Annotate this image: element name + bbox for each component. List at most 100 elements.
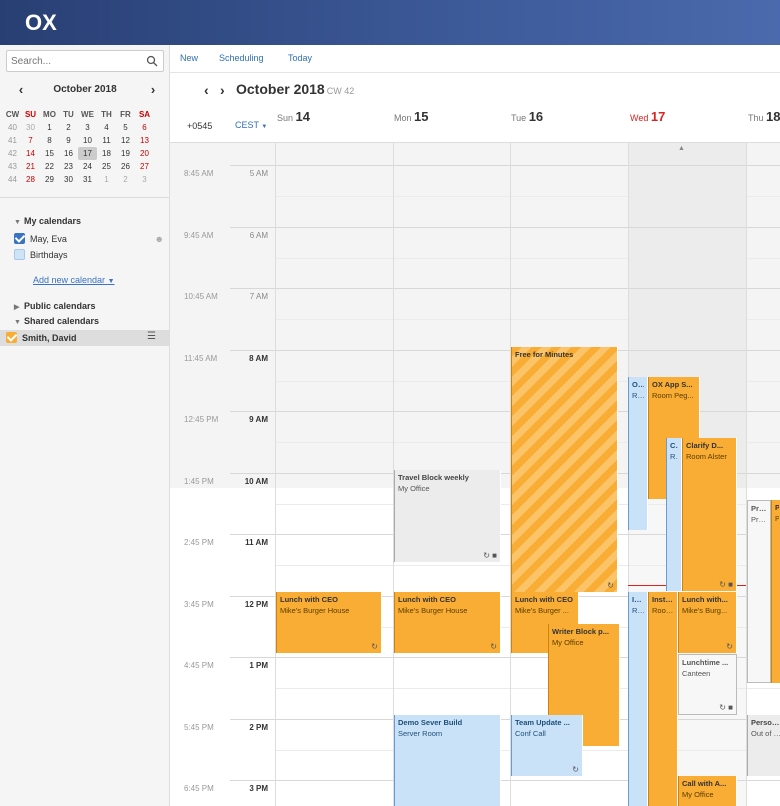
event-mon-demo[interactable]: Demo Sever Build Server Room <box>394 715 501 806</box>
mini-calendar-day[interactable]: 30 <box>59 173 78 186</box>
mini-calendar-day[interactable]: 20 <box>135 147 154 160</box>
event-thu-p2[interactable]: P...P... <box>771 500 780 683</box>
day-header-thu[interactable]: Thu 18 <box>748 109 780 124</box>
mini-calendar-day[interactable]: 5 <box>116 121 135 134</box>
mini-calendar-day[interactable]: 1 <box>97 173 116 186</box>
mini-calendar-grid: CW SU MO TU WE TH FR SA 40 30 1 2 3 4 5 6 41 7 8 9 10 11 12 13 4… <box>4 108 154 186</box>
public-calendars-header[interactable]: ▶ Public calendars <box>14 301 96 311</box>
checkbox-checked[interactable] <box>6 332 17 343</box>
week-number[interactable]: 40 <box>4 121 21 134</box>
hour-line <box>230 350 780 351</box>
half-hour-line <box>275 319 780 320</box>
week-number[interactable]: 43 <box>4 160 21 173</box>
mini-calendar-day[interactable]: 2 <box>59 121 78 134</box>
secondary-time-label: 5:45 PM <box>184 723 214 732</box>
mini-calendar-day[interactable]: 6 <box>135 121 154 134</box>
day-header-tue[interactable]: Tue 16 <box>511 109 543 124</box>
mini-calendar-day[interactable]: 1 <box>40 121 59 134</box>
chevron-left-icon[interactable]: ‹ <box>204 82 209 98</box>
timezone-dropdown[interactable]: CEST ▼ <box>235 120 267 130</box>
day-header-sun[interactable]: Sun 14 <box>277 109 310 124</box>
week-number[interactable]: 42 <box>4 147 21 160</box>
calendar-item-smith-david[interactable]: Smith, David ☰ <box>0 330 170 346</box>
weekday-label: CW <box>5 110 20 119</box>
mini-calendar-day[interactable]: 11 <box>97 134 116 147</box>
mini-calendar-day[interactable]: 18 <box>97 147 116 160</box>
add-new-calendar-link[interactable]: Add new calendar ▼ <box>33 275 115 285</box>
mini-calendar-day[interactable]: 3 <box>78 121 97 134</box>
new-button[interactable]: New <box>180 53 198 63</box>
mini-calendar-day[interactable]: 21 <box>21 160 40 173</box>
mini-calendar-day[interactable]: 3 <box>135 173 154 186</box>
mini-calendar-day[interactable]: 29 <box>40 173 59 186</box>
event-tue-team[interactable]: Team Update ... Conf Call ↻ <box>511 715 583 776</box>
chevron-right-icon[interactable]: › <box>146 83 160 97</box>
calendar-item-may-eva[interactable]: May, Eva ☻ <box>14 233 164 244</box>
caret-down-icon: ▼ <box>107 278 115 285</box>
weekday-label: MO <box>43 110 56 119</box>
mini-calendar-title[interactable]: October 2018 <box>0 84 170 95</box>
scroll-up-icon[interactable]: ▲ <box>678 145 685 152</box>
event-wed-ox[interactable]: OX ...Roo... <box>628 377 648 530</box>
event-wed-clarify[interactable]: Clarify D... Room Alster ↻ ■ <box>682 438 737 591</box>
period-title[interactable]: October 2018 CW 42 <box>236 81 354 97</box>
checkbox-checked[interactable] <box>14 233 25 244</box>
event-sun-lunch[interactable]: Lunch with CEO Mike's Burger House ↻ <box>276 592 382 653</box>
event-wed-cla[interactable]: Cla...Roo... <box>666 438 682 591</box>
mini-calendar-day[interactable]: 24 <box>78 160 97 173</box>
week-number[interactable]: 44 <box>4 173 21 186</box>
search-input[interactable] <box>7 51 137 72</box>
mini-calendar-day[interactable]: 27 <box>135 160 154 173</box>
shared-calendars-header[interactable]: ▼ Shared calendars <box>14 316 99 326</box>
scheduling-button[interactable]: Scheduling <box>219 53 264 63</box>
calendar-item-birthdays[interactable]: Birthdays <box>14 249 68 260</box>
my-calendars-header[interactable]: ▼ My calendars <box>14 216 81 226</box>
toolbar: New Scheduling Today <box>170 45 780 73</box>
mini-calendar-day[interactable]: 15 <box>40 147 59 160</box>
event-mon-travel[interactable]: Travel Block weekly My Office ↻ ■ <box>394 470 501 562</box>
week-number[interactable]: 41 <box>4 134 21 147</box>
mini-calendar-day[interactable]: 17 <box>78 147 97 160</box>
mini-calendar-day[interactable]: 22 <box>40 160 59 173</box>
search-box[interactable] <box>6 50 164 72</box>
mini-calendar-day[interactable]: 25 <box>97 160 116 173</box>
mini-calendar-day[interactable]: 23 <box>59 160 78 173</box>
mini-calendar-day[interactable]: 26 <box>116 160 135 173</box>
user-icon: ☻ <box>154 233 164 244</box>
mini-calendar-day[interactable]: 31 <box>78 173 97 186</box>
day-header-mon[interactable]: Mon 15 <box>394 109 429 124</box>
mini-calendar-day[interactable]: 28 <box>21 173 40 186</box>
today-button[interactable]: Today <box>288 53 312 63</box>
ox-logo[interactable]: OX <box>25 8 69 36</box>
time-label: 5 AM <box>249 169 268 178</box>
event-thu-press[interactable]: Press ...Press ... <box>747 500 771 683</box>
checkbox-unchecked[interactable] <box>14 249 25 260</box>
event-tue-free[interactable]: Free for Minutes ↻ <box>511 347 618 592</box>
event-thu-personal[interactable]: Persona...Out of O... <box>747 715 780 776</box>
mini-calendar-day[interactable]: 30 <box>21 121 40 134</box>
event-mon-lunch[interactable]: Lunch with CEO Mike's Burger House ↻ <box>394 592 501 653</box>
mini-calendar-day[interactable]: 19 <box>116 147 135 160</box>
date-navigation: ‹ › October 2018 CW 42 <box>170 80 780 100</box>
recurrence-private-icon: ↻ ■ <box>719 580 733 589</box>
chevron-right-icon[interactable]: › <box>220 82 225 98</box>
mini-calendar-day[interactable]: 16 <box>59 147 78 160</box>
event-wed-install[interactable]: Install ...Room B... <box>648 592 678 806</box>
week-grid[interactable]: ▲ 8:45 AM 5 AM 9:45 AM 6 AM 10:45 AM 7 AM 11:4… <box>170 143 780 806</box>
mini-calendar-day[interactable]: 10 <box>78 134 97 147</box>
mini-calendar-day[interactable]: 13 <box>135 134 154 147</box>
day-header-wed[interactable]: Wed 17 <box>630 109 665 124</box>
mini-calendar-day[interactable]: 2 <box>116 173 135 186</box>
menu-icon[interactable]: ☰ <box>147 331 156 342</box>
mini-calendar-day[interactable]: 14 <box>21 147 40 160</box>
mini-calendar-day[interactable]: 7 <box>21 134 40 147</box>
mini-calendar-day[interactable]: 4 <box>97 121 116 134</box>
event-wed-lunchtime[interactable]: Lunchtime ... Canteen ↻ ■ <box>678 654 737 715</box>
event-wed-lunch[interactable]: Lunch with... Mike's Burg... ↻ <box>678 592 737 653</box>
search-icon[interactable] <box>146 55 158 67</box>
event-wed-call[interactable]: Call with A... My Office <box>678 776 737 806</box>
event-wed-inst[interactable]: Inst...Roo... <box>628 592 648 806</box>
mini-calendar-day[interactable]: 12 <box>116 134 135 147</box>
mini-calendar-day[interactable]: 8 <box>40 134 59 147</box>
mini-calendar-day[interactable]: 9 <box>59 134 78 147</box>
